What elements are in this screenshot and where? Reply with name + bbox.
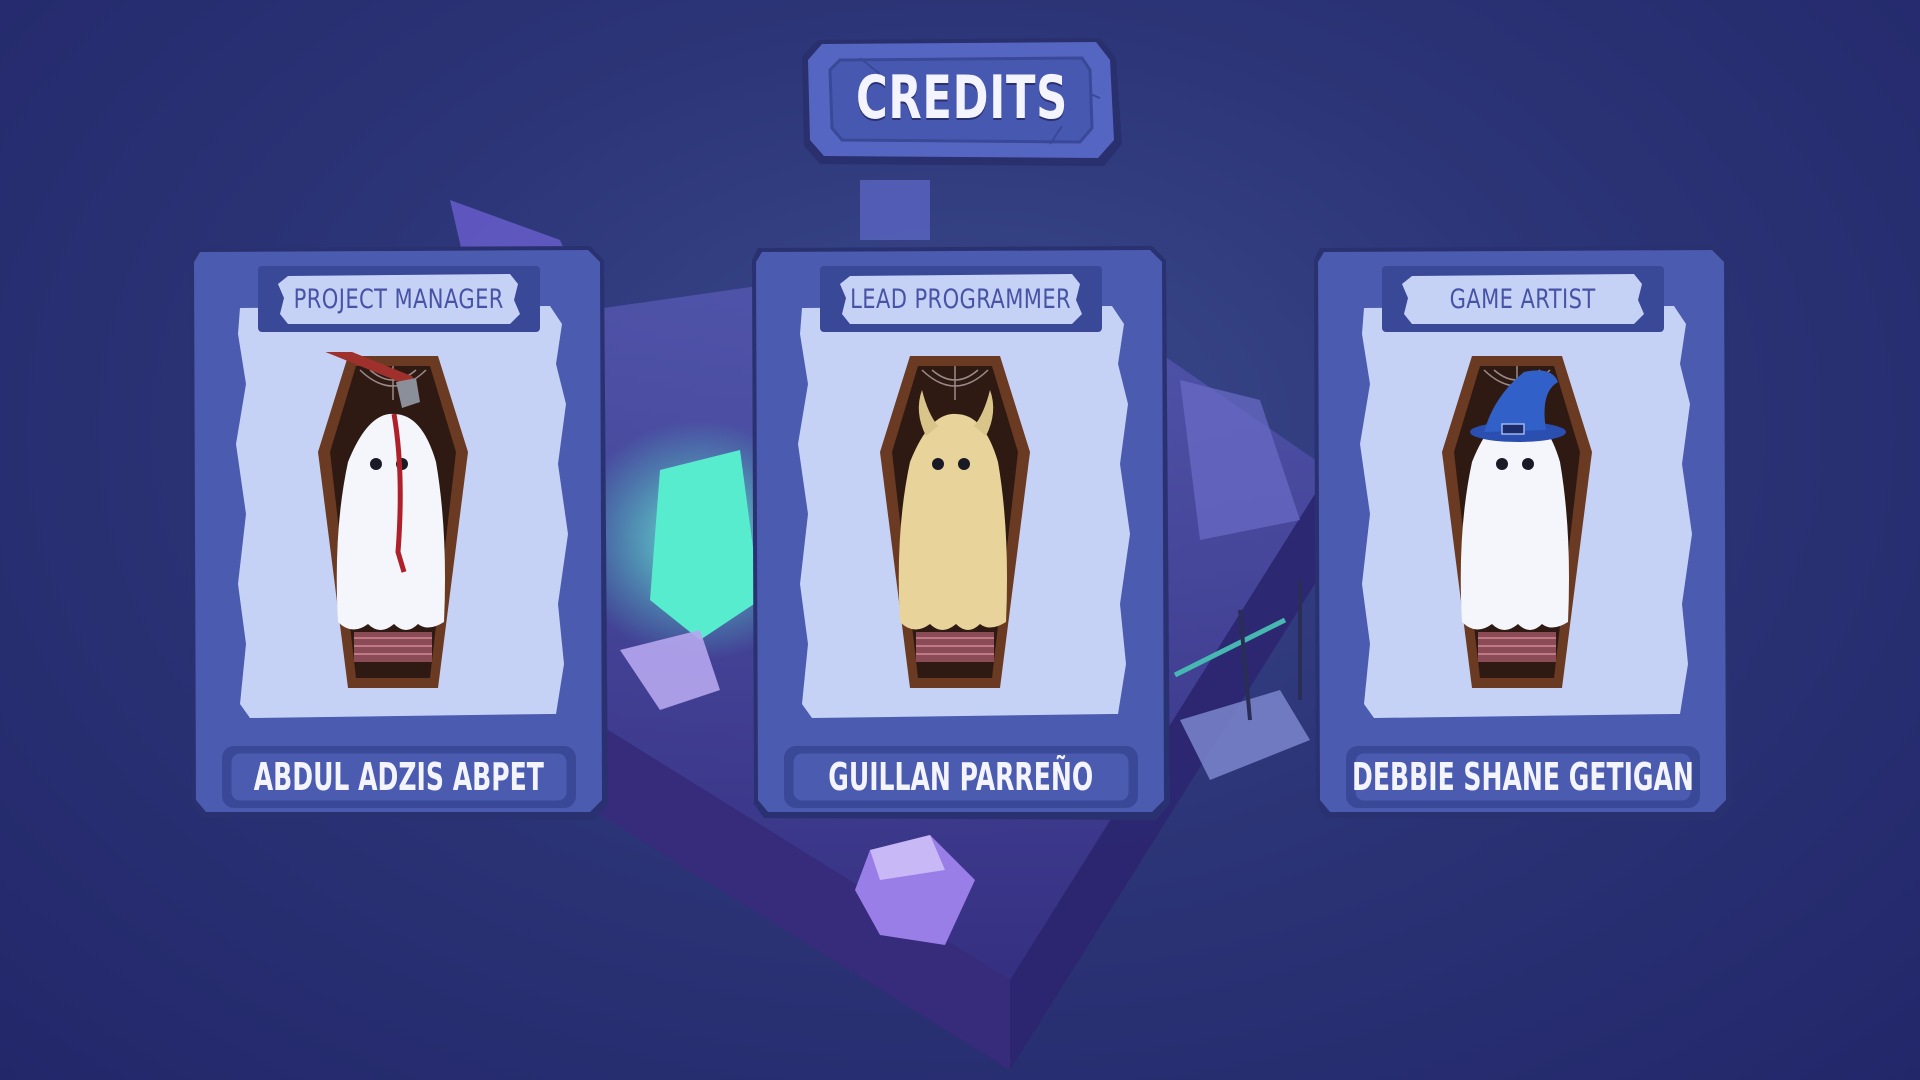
role-banner: GAME ARTIST [1382,266,1664,332]
role-banner: LEAD PROGRAMMER [820,266,1102,332]
horned-ghost-icon [880,356,1030,688]
name-plate: GUILLAN PARREÑO [784,744,1138,810]
role-banner: PROJECT MANAGER [258,266,540,332]
credits-title-plaque: CREDITS [800,34,1124,172]
member-name: GUILLAN PARREÑO [828,755,1094,799]
wizard-hat-ghost-icon [1442,356,1592,688]
page-title: CREDITS [855,63,1069,133]
member-name: DEBBIE SHANE GETIGAN [1352,755,1694,799]
name-plate: ABDUL ADZIS ABPET [222,744,576,810]
ghost-with-axe-icon [318,352,468,688]
role-label: GAME ARTIST [1449,283,1597,315]
member-name: ABDUL ADZIS ABPET [253,755,545,799]
credit-card-game-artist: GAME ARTIST DEBBIE SHANE GETIGAN [1314,244,1734,820]
role-label: PROJECT MANAGER [293,283,505,315]
credit-card-project-manager: PROJECT MANAGER ABDUL ADZIS ABPET [190,244,610,820]
credit-card-lead-programmer: LEAD PROGRAMMER GUILLAN PARREÑO [752,244,1172,820]
name-plate: DEBBIE SHANE GETIGAN [1346,744,1700,810]
role-label: LEAD PROGRAMMER [850,283,1072,315]
